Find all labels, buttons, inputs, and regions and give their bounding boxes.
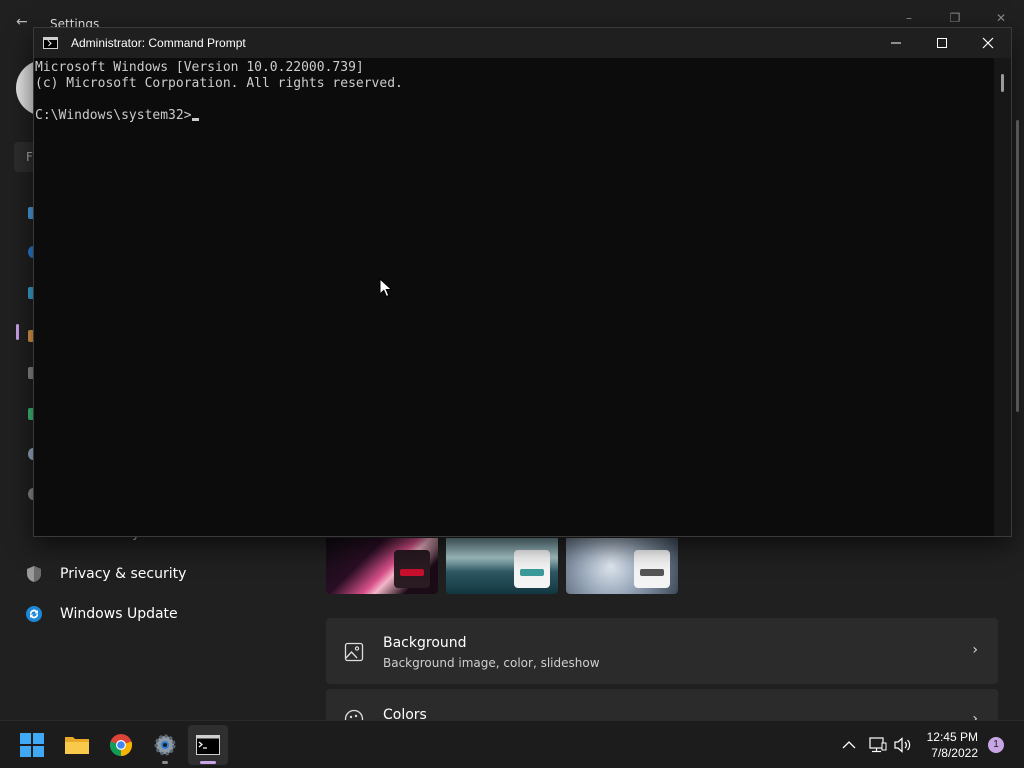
console-output[interactable]: Microsoft Windows [Version 10.0.22000.73… <box>34 58 996 536</box>
cmd-app-icon[interactable] <box>43 37 58 49</box>
mouse-pointer-icon <box>379 278 393 298</box>
console-line: Microsoft Windows [Version 10.0.22000.73… <box>35 60 364 75</box>
chevron-right-icon: › <box>972 642 978 658</box>
close-button[interactable] <box>965 28 1011 58</box>
theme-thumbnail[interactable] <box>446 538 558 594</box>
background-card[interactable]: Background Background image, color, slid… <box>326 618 998 684</box>
cmd-titlebar[interactable]: Administrator: Command Prompt <box>34 28 1011 58</box>
settings-caption-buttons: – ❐ ✕ <box>886 8 1024 28</box>
theme-thumbnails <box>326 538 678 594</box>
sidebar-item-windows-update[interactable]: Windows Update <box>24 596 178 632</box>
palette-icon <box>344 709 364 720</box>
cmd-window-title: Administrator: Command Prompt <box>71 36 246 50</box>
theme-thumbnail[interactable] <box>326 538 438 594</box>
volume-button[interactable] <box>894 721 912 768</box>
chrome-icon <box>109 734 133 757</box>
back-arrow-icon[interactable]: ← <box>16 14 28 30</box>
sidebar-item-label: Windows Update <box>60 606 178 622</box>
network-button[interactable] <box>869 721 887 768</box>
chevron-right-icon: › <box>972 711 978 720</box>
console-prompt: C:\Windows\system32> <box>35 108 192 123</box>
console-line: (c) Microsoft Corporation. All rights re… <box>35 76 403 91</box>
clock[interactable]: 12:45 PM 7/8/2022 <box>927 729 978 761</box>
maximize-icon <box>937 38 947 48</box>
clock-date: 7/8/2022 <box>931 746 978 760</box>
terminal-icon <box>196 735 220 755</box>
sidebar-item-label: Privacy & security <box>60 566 187 582</box>
minimize-icon <box>891 42 901 44</box>
chevron-up-icon <box>842 741 856 749</box>
file-explorer-button[interactable] <box>57 725 97 765</box>
command-prompt-taskbar-button[interactable] <box>188 725 228 765</box>
command-prompt-window[interactable]: Administrator: Command Prompt Microsoft … <box>33 27 1012 537</box>
update-icon <box>24 604 44 624</box>
running-indicator <box>162 761 168 764</box>
settings-app-button[interactable] <box>145 725 185 765</box>
folder-icon <box>65 737 89 754</box>
console-prompt-line: C:\Windows\system32> <box>35 108 996 124</box>
start-button[interactable] <box>12 725 52 765</box>
minimize-icon[interactable]: – <box>886 8 932 28</box>
settings-scrollbar[interactable] <box>1016 120 1019 412</box>
taskbar: 12:45 PM 7/8/2022 1 <box>0 720 1024 768</box>
maximize-button[interactable] <box>919 28 965 58</box>
network-icon <box>869 737 887 753</box>
card-subtitle: Background image, color, slideshow <box>383 656 600 670</box>
image-icon <box>344 642 364 662</box>
colors-card[interactable]: Colors › <box>326 689 998 720</box>
cmd-scrollbar[interactable] <box>994 58 1011 536</box>
windows-logo-icon <box>20 733 44 757</box>
show-hidden-icons-button[interactable] <box>842 721 856 768</box>
restore-icon[interactable]: ❐ <box>932 8 978 28</box>
minimize-button[interactable] <box>873 28 919 58</box>
chrome-button[interactable] <box>101 725 141 765</box>
sidebar-item-privacy[interactable]: Privacy & security <box>24 556 186 592</box>
close-icon <box>982 37 994 49</box>
theme-thumbnail[interactable] <box>566 538 678 594</box>
text-cursor <box>191 118 199 121</box>
gear-icon <box>154 734 176 756</box>
shield-icon <box>24 564 44 584</box>
card-title: Colors <box>383 707 427 720</box>
close-icon[interactable]: ✕ <box>978 8 1024 28</box>
clock-time: 12:45 PM <box>926 730 978 744</box>
active-indicator <box>200 761 216 764</box>
cmd-caption-buttons <box>873 28 1011 58</box>
active-indicator <box>16 324 19 340</box>
notification-badge[interactable]: 1 <box>988 737 1004 753</box>
speaker-icon <box>894 737 911 753</box>
card-title: Background <box>383 635 467 651</box>
cmd-scrollbar-thumb[interactable] <box>1001 74 1004 92</box>
